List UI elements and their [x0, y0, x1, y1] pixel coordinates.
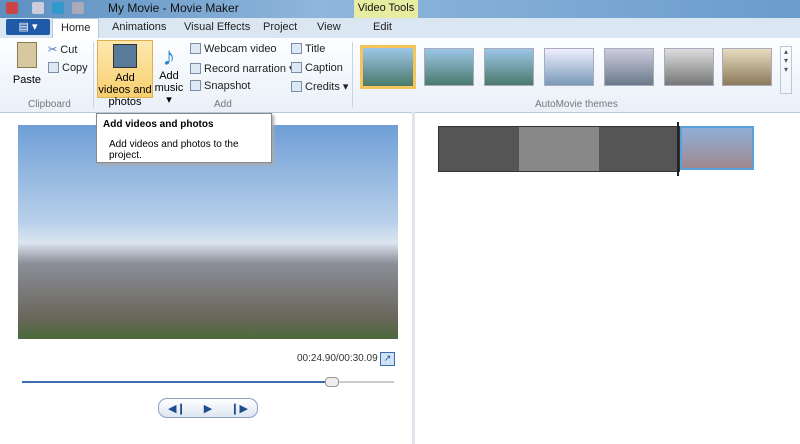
tab-home[interactable]: Home: [52, 18, 100, 38]
copy-icon: [48, 62, 59, 73]
play-icon[interactable]: ▶: [204, 402, 212, 415]
ribbon-tabs: ▤ ▾ Home Animations Visual Effects Proje…: [0, 18, 800, 39]
credits-icon: [291, 81, 302, 92]
webcam-video-button[interactable]: Webcam video: [190, 43, 277, 55]
redo-icon[interactable]: [72, 2, 84, 14]
webcam-icon: [190, 43, 201, 54]
webcam-label: Webcam video: [204, 43, 277, 55]
fullscreen-icon[interactable]: ↗: [380, 352, 395, 366]
narration-label: Record narration: [204, 63, 286, 75]
seek-slider[interactable]: [22, 377, 394, 387]
credits-button[interactable]: Credits ▾: [291, 80, 348, 93]
tab-visual-effects[interactable]: Visual Effects: [184, 21, 250, 33]
tab-view[interactable]: View: [317, 21, 341, 33]
window-title: My Movie - Movie Maker: [108, 1, 239, 15]
save-icon[interactable]: [32, 2, 44, 14]
snapshot-icon: [190, 80, 201, 91]
playback-controls: ◀❙ ▶ ❙▶: [158, 398, 258, 418]
tab-edit[interactable]: Edit: [373, 21, 392, 33]
scissors-icon: ✂: [48, 44, 61, 56]
caption-icon: [291, 62, 302, 73]
tab-project[interactable]: Project: [263, 21, 297, 33]
microphone-icon: [190, 63, 201, 74]
snapshot-label: Snapshot: [204, 80, 251, 92]
undo-icon[interactable]: [52, 2, 64, 14]
tooltip-title: Add videos and photos: [103, 119, 214, 130]
title-button[interactable]: Title: [291, 43, 325, 55]
credits-label: Credits: [305, 81, 340, 93]
theme-pan-zoom[interactable]: [544, 48, 594, 86]
ribbon: Paste ✂ Cut Copy Clipboard Add videos an…: [0, 38, 800, 113]
file-menu-button[interactable]: ▤ ▾: [6, 19, 50, 35]
themes-scroll[interactable]: ▴ ▾ ▾: [780, 46, 792, 94]
tooltip-body: Add videos and photos to the project.: [109, 139, 239, 161]
storyboard-clip-1[interactable]: [438, 126, 680, 172]
theme-fade[interactable]: [484, 48, 534, 86]
title-bar: My Movie - Movie Maker Video Tools: [0, 0, 800, 18]
theme-default[interactable]: [360, 45, 416, 89]
app-icon: [6, 2, 18, 14]
theme-cinematic[interactable]: [604, 48, 654, 86]
cut-button[interactable]: ✂ Cut: [48, 43, 77, 56]
music-note-icon: ♪: [162, 41, 176, 71]
seek-progress: [22, 381, 331, 383]
film-photo-icon: [113, 44, 137, 68]
next-frame-icon[interactable]: ❙▶: [230, 402, 248, 415]
previous-frame-icon[interactable]: ◀❙: [168, 402, 186, 415]
theme-contemporary[interactable]: [424, 48, 474, 86]
clipboard-icon: [17, 42, 37, 68]
playhead[interactable]: [677, 122, 679, 176]
record-narration-button[interactable]: Record narration ▾: [190, 62, 295, 75]
title-label: Title: [305, 43, 326, 55]
theme-black-white[interactable]: [664, 48, 714, 86]
add-music-button[interactable]: ♪ Add music ▾: [152, 42, 186, 106]
snapshot-button[interactable]: Snapshot: [190, 80, 250, 92]
clipboard-group-label: Clipboard: [28, 99, 71, 110]
time-display: 00:24.90/00:30.09: [297, 353, 378, 364]
pane-splitter[interactable]: [412, 112, 415, 444]
copy-label: Copy: [62, 62, 88, 74]
cut-label: Cut: [60, 44, 78, 56]
copy-button[interactable]: Copy: [48, 62, 88, 74]
video-tools-label: Video Tools: [354, 0, 418, 18]
add-videos-and-photos-button[interactable]: Add videos and photos: [97, 40, 153, 108]
caption-button[interactable]: Caption: [291, 62, 343, 74]
separator: [93, 42, 94, 108]
add-videos-label: Add videos and photos: [98, 72, 152, 108]
add-group-label: Add: [214, 99, 232, 110]
storyboard-clip-2[interactable]: [680, 126, 754, 170]
title-icon: [291, 43, 302, 54]
paste-label: Paste: [12, 74, 42, 86]
themes-group-label: AutoMovie themes: [535, 99, 618, 110]
caption-label: Caption: [305, 62, 343, 74]
seek-thumb[interactable]: [324, 377, 339, 387]
separator: [352, 42, 353, 108]
paste-button[interactable]: Paste: [10, 42, 44, 86]
tab-animations[interactable]: Animations: [112, 21, 166, 33]
add-music-label: Add music: [154, 70, 184, 94]
theme-sepia[interactable]: [722, 48, 772, 86]
tooltip: Add videos and photos Add videos and pho…: [96, 113, 272, 163]
